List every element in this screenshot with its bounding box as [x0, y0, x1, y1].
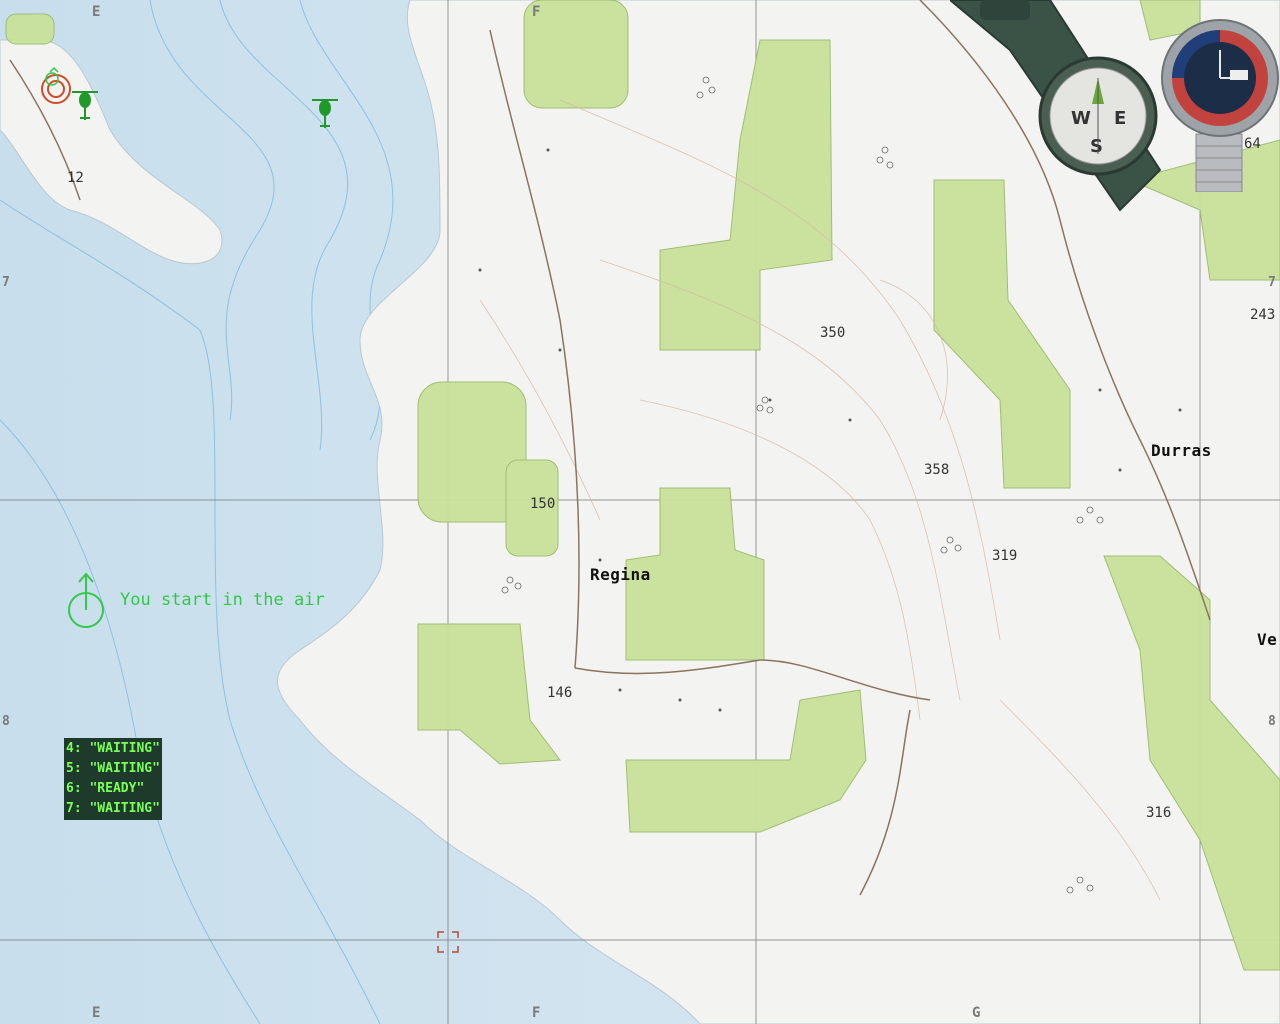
grid-letter-bottom-g: G — [972, 1005, 981, 1021]
elevation-label: 316 — [1146, 805, 1172, 821]
helicopter-icon[interactable] — [310, 94, 340, 130]
player-status-item: 5: "WAITING" — [66, 761, 160, 776]
player-status-list: 4: "WAITING" 5: "WAITING" 6: "READY" 7: … — [64, 738, 162, 820]
grid-number-right-7: 7 — [1268, 275, 1276, 290]
player-status-item: 4: "WAITING" — [66, 741, 160, 756]
town-label-durras: Durras — [1151, 441, 1212, 460]
grid-letter-top-f: F — [532, 4, 541, 20]
elevation-label: 350 — [820, 325, 846, 341]
elevation-label: 12 — [67, 170, 84, 186]
compass-icon[interactable]: W E S — [950, 0, 1170, 214]
grid-letter-bottom-f: F — [532, 1005, 541, 1021]
grid-letter-bottom-e: E — [92, 1005, 101, 1021]
elevation-label: 150 — [530, 496, 556, 512]
player-status-item: 6: "READY" — [66, 781, 145, 796]
crosshair-icon[interactable] — [436, 930, 460, 954]
elevation-label: 243 — [1250, 307, 1276, 323]
compass-e-label: E — [1114, 108, 1126, 129]
start-hint: You start in the air — [66, 570, 325, 630]
player-status-item: 7: "WAITING" — [66, 801, 160, 816]
grid-letter-top-e: E — [92, 4, 101, 20]
compass-w-label: W — [1071, 108, 1091, 129]
watch-icon[interactable] — [1160, 12, 1280, 192]
town-label-regina: Regina — [590, 565, 651, 584]
elevation-label: 146 — [547, 685, 573, 701]
town-label-ve: Ve — [1257, 630, 1278, 649]
power-icon — [68, 572, 104, 628]
forest-patch — [5, 13, 55, 45]
elevation-label: 358 — [924, 462, 950, 478]
compass-s-label: S — [1090, 136, 1103, 157]
start-hint-text: You start in the air — [120, 590, 325, 610]
grid-number-left-8: 8 — [2, 714, 10, 729]
grid-number-right-8: 8 — [1268, 714, 1276, 729]
grid-number-left-7: 7 — [2, 275, 10, 290]
helicopter-icon[interactable] — [70, 86, 100, 122]
elevation-label: 319 — [992, 548, 1018, 564]
